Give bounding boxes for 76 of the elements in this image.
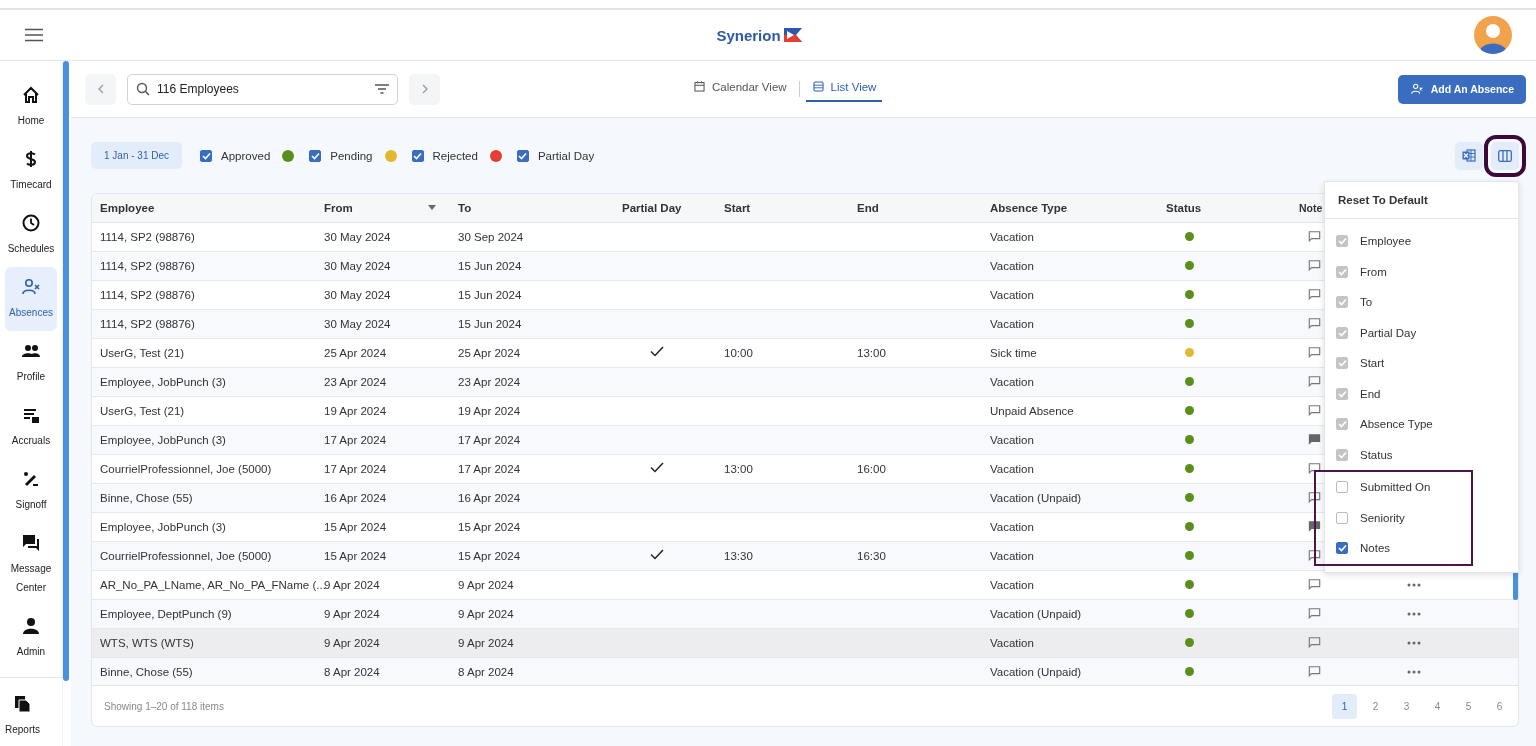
person-remove-icon — [21, 277, 41, 297]
status-filter[interactable]: Rejected — [411, 149, 507, 162]
column-header[interactable]: Absence Type — [990, 201, 1068, 214]
more-icon[interactable] — [1407, 669, 1421, 674]
person-icon — [21, 616, 41, 636]
scrollbar[interactable] — [63, 61, 69, 681]
chat-icon — [21, 533, 41, 553]
person-remove-icon — [1409, 83, 1424, 95]
spreadsheet-icon — [1462, 149, 1476, 162]
clock-icon — [21, 213, 41, 233]
documents-icon — [12, 694, 33, 714]
checkbox[interactable] — [1336, 542, 1348, 555]
filter-icon[interactable] — [375, 83, 389, 94]
chevron-right-icon — [420, 84, 429, 94]
checkbox[interactable] — [1336, 481, 1348, 494]
nav-item[interactable]: Absences — [5, 267, 57, 331]
page-button[interactable]: 5 — [1456, 693, 1481, 719]
checkbox[interactable] — [309, 149, 322, 162]
columns-icon — [1498, 149, 1512, 162]
note-icon[interactable] — [1308, 491, 1321, 505]
view-tab[interactable]: List View — [805, 75, 883, 102]
page-button[interactable]: 3 — [1394, 693, 1419, 719]
item-count: Showing 1–20 of 118 items — [104, 700, 224, 712]
page-button[interactable]: 4 — [1425, 693, 1450, 719]
column-header[interactable]: Employee — [100, 201, 155, 214]
column-header[interactable]: Partial Day — [622, 201, 682, 214]
table-row[interactable]: WTS, WTS (WTS) 9 Apr 2024 9 Apr 2024 Vacation — [92, 628, 1518, 658]
nav-item[interactable]: Schedules — [5, 203, 57, 267]
more-icon[interactable] — [1407, 611, 1421, 616]
status-filter[interactable]: Pending — [309, 149, 402, 162]
nav-item[interactable]: Reports — [5, 684, 40, 746]
status-filter[interactable]: Approved — [200, 149, 300, 162]
add-absence-button[interactable]: Add An Absence — [1397, 74, 1526, 104]
home-icon — [21, 85, 41, 105]
sort-icon[interactable] — [428, 205, 436, 211]
note-icon[interactable] — [1308, 549, 1321, 563]
nav-item[interactable]: Accruals — [5, 395, 57, 459]
column-header[interactable]: Start — [724, 201, 751, 214]
nav-item[interactable]: Admin — [5, 606, 57, 670]
column-header[interactable]: From — [324, 201, 353, 214]
search-field[interactable]: 116 Employees — [127, 73, 398, 105]
search-icon — [136, 81, 150, 96]
list-icon — [811, 80, 825, 93]
table-row[interactable]: Binne, Chose (55) 8 Apr 2024 8 Apr 2024 Vacation (Unpaid) — [92, 657, 1518, 686]
page-button[interactable]: 6 — [1487, 693, 1512, 719]
date-range-chip[interactable]: 1 Jan - 31 Dec — [91, 142, 183, 169]
checkbox[interactable] — [516, 149, 529, 162]
excel-export-button[interactable] — [1455, 141, 1483, 170]
checkbox[interactable] — [411, 149, 424, 162]
view-tab[interactable]: Calendar View — [687, 75, 793, 102]
avatar[interactable] — [1474, 16, 1512, 54]
nav-item[interactable]: Profile — [5, 331, 57, 395]
page-button[interactable]: 1 — [1332, 693, 1357, 719]
note-icon[interactable] — [1308, 462, 1321, 476]
nav-item[interactable]: Home — [5, 75, 57, 139]
note-icon[interactable] — [1308, 520, 1321, 534]
table-row[interactable]: Employee, DeptPunch (9) 9 Apr 2024 9 Apr 2024 Vacation (Unpaid) — [92, 599, 1518, 629]
page-button[interactable]: 2 — [1363, 693, 1388, 719]
column-header[interactable]: End — [857, 201, 879, 214]
nav-item[interactable]: Timecard — [5, 139, 57, 203]
calendar-icon — [693, 80, 706, 93]
reset-button[interactable]: Reset To Default — [1325, 182, 1518, 219]
nav-item[interactable]: Signoff — [5, 459, 57, 523]
logo: Synerion — [716, 26, 802, 44]
more-icon[interactable] — [1407, 582, 1421, 587]
checkbox[interactable] — [200, 149, 213, 162]
status-filter[interactable]: Partial Day — [516, 149, 595, 162]
column-header[interactable]: To — [458, 201, 472, 214]
menu-icon[interactable] — [24, 28, 44, 42]
pen-icon — [21, 469, 41, 489]
column-header[interactable]: Status — [1166, 201, 1202, 214]
more-icon[interactable] — [1407, 640, 1421, 645]
checkbox[interactable] — [1336, 511, 1348, 524]
column-header[interactable]: Note — [1299, 201, 1323, 214]
chevron-left-icon — [96, 84, 105, 94]
nav-item[interactable]: Message Center — [5, 523, 57, 606]
